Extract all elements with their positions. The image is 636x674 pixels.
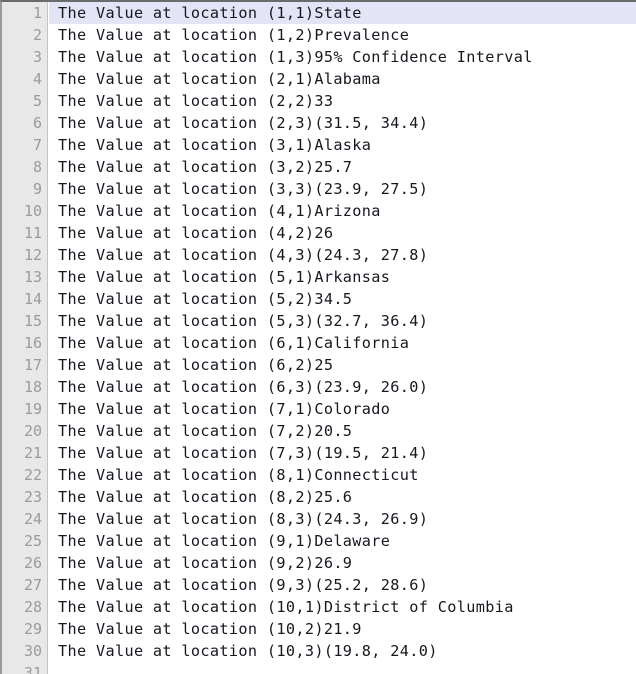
editor-line[interactable]: 20 The Value at location (7,2)20.5 <box>2 420 636 442</box>
line-text: The Value at location (6,1)California <box>58 334 410 352</box>
editor-line[interactable]: 2 The Value at location (1,2)Prevalence <box>2 24 636 46</box>
editor-line[interactable]: 19 The Value at location (7,1)Colorado <box>2 398 636 420</box>
editor-line[interactable]: 8 The Value at location (3,2)25.7 <box>2 156 636 178</box>
line-text: The Value at location (8,1)Connecticut <box>58 466 419 484</box>
line-number: 7 <box>32 136 42 154</box>
line-text: The Value at location (9,1)Delaware <box>58 532 391 550</box>
editor-line[interactable]: 5 The Value at location (2,2)33 <box>2 90 636 112</box>
editor-line[interactable]: 21 The Value at location (7,3)(19.5, 21.4… <box>2 442 636 464</box>
line-text: The Value at location (10,1)District of … <box>58 598 514 616</box>
line-number: 19 <box>23 400 42 418</box>
line-number: 24 <box>23 510 42 528</box>
editor-line[interactable]: 24 The Value at location (8,3)(24.3, 26.9… <box>2 508 636 530</box>
line-number: 30 <box>23 642 42 660</box>
editor-line[interactable]: 29 The Value at location (10,2)21.9 <box>2 618 636 640</box>
line-number: 25 <box>23 532 42 550</box>
editor-line[interactable]: 31 <box>2 662 636 674</box>
line-number: 8 <box>32 158 42 176</box>
line-number: 26 <box>23 554 42 572</box>
editor-line[interactable]: 1 The Value at location (1,1)State <box>2 2 636 24</box>
line-text: The Value at location (2,2)33 <box>58 92 334 110</box>
line-text: The Value at location (7,3)(19.5, 21.4) <box>58 444 429 462</box>
line-text: The Value at location (7,2)20.5 <box>58 422 353 440</box>
line-number: 9 <box>32 180 42 198</box>
line-text: The Value at location (6,3)(23.9, 26.0) <box>58 378 429 396</box>
line-number: 27 <box>23 576 42 594</box>
line-text: The Value at location (3,2)25.7 <box>58 158 353 176</box>
line-text: The Value at location (8,3)(24.3, 26.9) <box>58 510 429 528</box>
editor-line[interactable]: 7 The Value at location (3,1)Alaska <box>2 134 636 156</box>
line-number: 10 <box>23 202 42 220</box>
line-text: The Value at location (5,2)34.5 <box>58 290 353 308</box>
editor-line[interactable]: 13 The Value at location (5,1)Arkansas <box>2 266 636 288</box>
editor-line[interactable]: 30 The Value at location (10,3)(19.8, 24.… <box>2 640 636 662</box>
editor-line[interactable]: 9 The Value at location (3,3)(23.9, 27.5) <box>2 178 636 200</box>
line-number: 22 <box>23 466 42 484</box>
line-number: 23 <box>23 488 42 506</box>
line-text: The Value at location (5,3)(32.7, 36.4) <box>58 312 429 330</box>
editor-line[interactable]: 15 The Value at location (5,3)(32.7, 36.4… <box>2 310 636 332</box>
line-text: The Value at location (8,2)25.6 <box>58 488 353 506</box>
line-text: The Value at location (6,2)25 <box>58 356 334 374</box>
line-text: The Value at location (2,3)(31.5, 34.4) <box>58 114 429 132</box>
line-text: The Value at location (9,2)26.9 <box>58 554 353 572</box>
editor-line[interactable]: 10 The Value at location (4,1)Arizona <box>2 200 636 222</box>
line-text: The Value at location (1,2)Prevalence <box>58 26 410 44</box>
line-text: The Value at location (4,1)Arizona <box>58 202 381 220</box>
line-text: The Value at location (5,1)Arkansas <box>58 268 391 286</box>
line-text: The Value at location (4,2)26 <box>58 224 334 242</box>
line-number: 18 <box>23 378 42 396</box>
editor-line[interactable]: 16 The Value at location (6,1)California <box>2 332 636 354</box>
line-number: 1 <box>32 4 42 22</box>
editor-lines[interactable]: 1 The Value at location (1,1)State 2 The Va… <box>2 2 636 674</box>
line-number: 2 <box>32 26 42 44</box>
line-number: 31 <box>23 664 42 674</box>
line-text: The Value at location (4,3)(24.3, 27.8) <box>58 246 429 264</box>
editor-line[interactable]: 11 The Value at location (4,2)26 <box>2 222 636 244</box>
editor-line[interactable]: 27 The Value at location (9,3)(25.2, 28.6… <box>2 574 636 596</box>
editor-line[interactable]: 17 The Value at location (6,2)25 <box>2 354 636 376</box>
editor-line[interactable]: 18 The Value at location (6,3)(23.9, 26.0… <box>2 376 636 398</box>
editor-line[interactable]: 28 The Value at location (10,1)District o… <box>2 596 636 618</box>
line-text: The Value at location (1,3)95% Confidenc… <box>58 48 533 66</box>
editor-line[interactable]: 22 The Value at location (8,1)Connecticut <box>2 464 636 486</box>
line-text: The Value at location (10,3)(19.8, 24.0) <box>58 642 438 660</box>
editor-line[interactable]: 23 The Value at location (8,2)25.6 <box>2 486 636 508</box>
editor-line[interactable]: 26 The Value at location (9,2)26.9 <box>2 552 636 574</box>
line-number: 3 <box>32 48 42 66</box>
line-number: 14 <box>23 290 42 308</box>
line-number: 17 <box>23 356 42 374</box>
line-number: 4 <box>32 70 42 88</box>
line-number: 16 <box>23 334 42 352</box>
line-number: 13 <box>23 268 42 286</box>
line-text: The Value at location (3,3)(23.9, 27.5) <box>58 180 429 198</box>
line-text <box>49 662 636 674</box>
line-number: 21 <box>23 444 42 462</box>
editor-line[interactable]: 14 The Value at location (5,2)34.5 <box>2 288 636 310</box>
line-number: 6 <box>32 114 42 132</box>
line-text: The Value at location (1,1)State <box>49 2 636 24</box>
line-number: 5 <box>32 92 42 110</box>
line-number: 15 <box>23 312 42 330</box>
line-text: The Value at location (7,1)Colorado <box>58 400 391 418</box>
line-number: 12 <box>23 246 42 264</box>
editor-line[interactable]: 25 The Value at location (9,1)Delaware <box>2 530 636 552</box>
text-editor[interactable]: 1 The Value at location (1,1)State 2 The Va… <box>0 0 636 674</box>
line-text: The Value at location (2,1)Alabama <box>58 70 381 88</box>
line-number: 20 <box>23 422 42 440</box>
line-text: The Value at location (3,1)Alaska <box>58 136 372 154</box>
editor-line[interactable]: 12 The Value at location (4,3)(24.3, 27.8… <box>2 244 636 266</box>
line-number: 28 <box>23 598 42 616</box>
editor-line[interactable]: 6 The Value at location (2,3)(31.5, 34.4) <box>2 112 636 134</box>
line-number: 11 <box>23 224 42 242</box>
editor-line[interactable]: 3 The Value at location (1,3)95% Confiden… <box>2 46 636 68</box>
editor-line[interactable]: 4 The Value at location (2,1)Alabama <box>2 68 636 90</box>
line-number: 29 <box>23 620 42 638</box>
line-text: The Value at location (9,3)(25.2, 28.6) <box>58 576 429 594</box>
line-text: The Value at location (10,2)21.9 <box>58 620 362 638</box>
